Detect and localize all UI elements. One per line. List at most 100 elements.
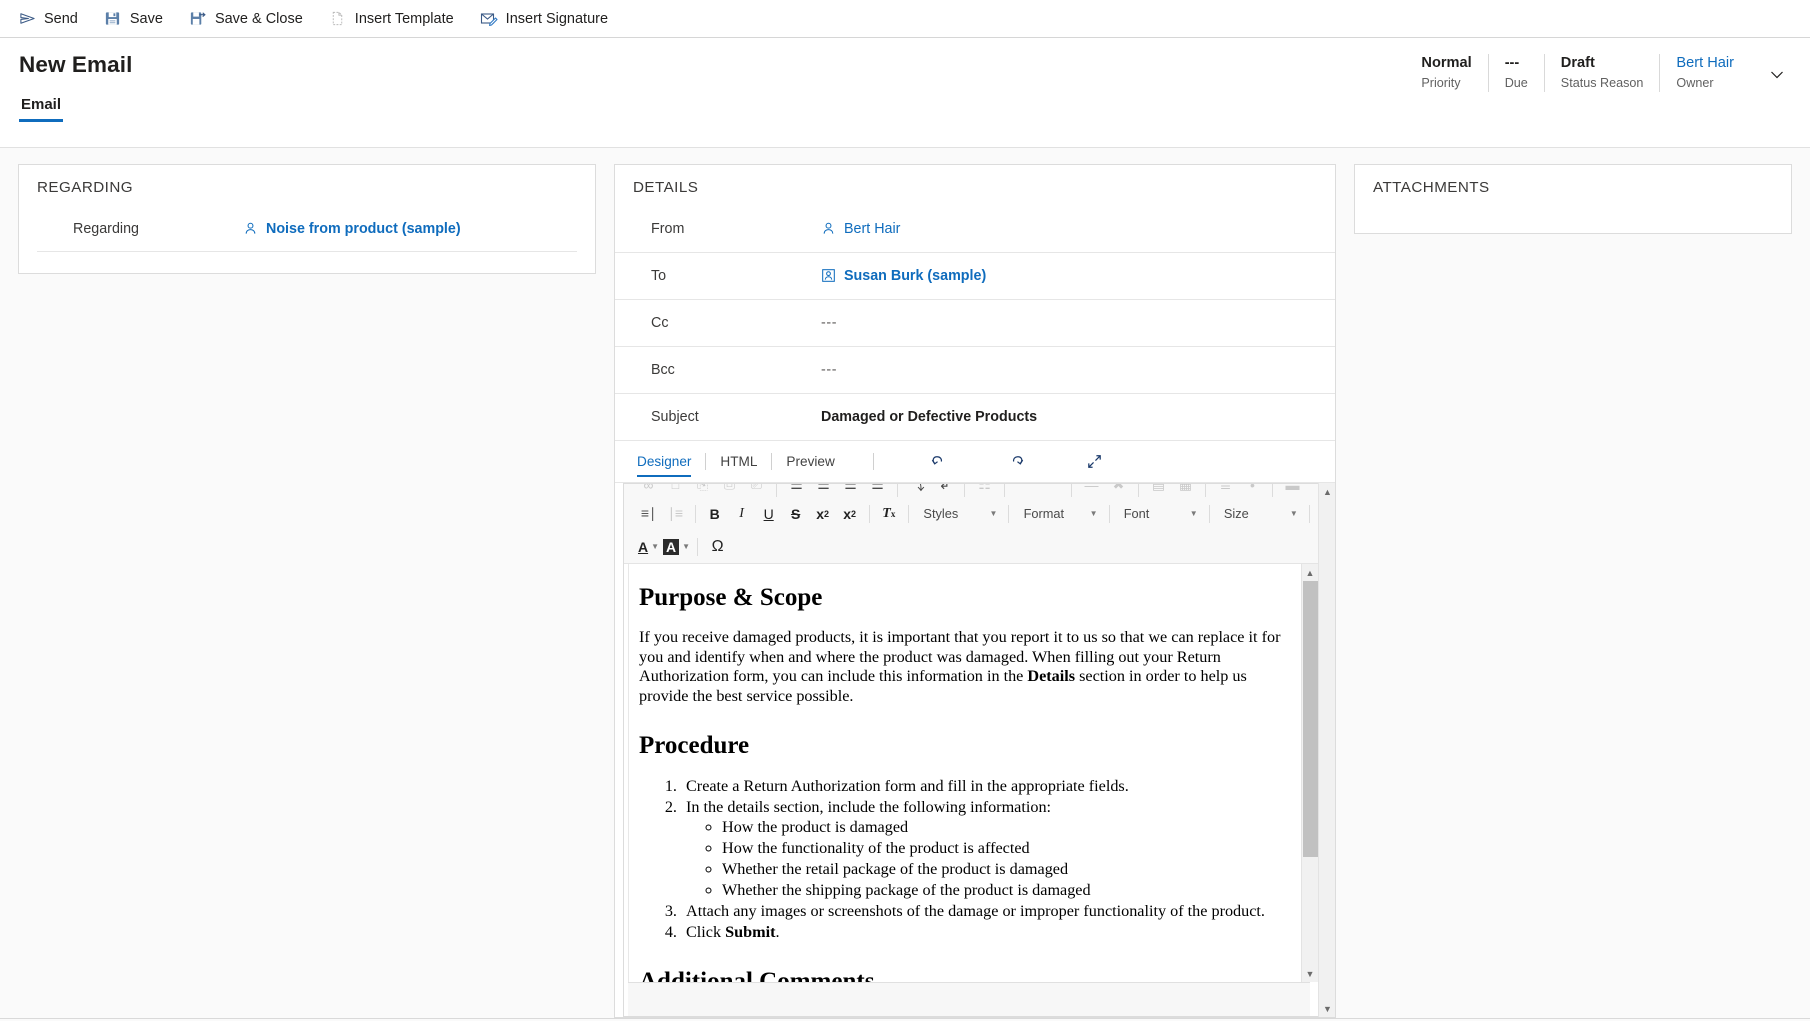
format-dropdown-label: Format	[1024, 506, 1065, 521]
link-icon[interactable]: ∞	[636, 484, 661, 497]
tb-divider-a	[776, 484, 777, 497]
bulleted-list-icon[interactable]: •	[1240, 484, 1265, 497]
unlink-icon[interactable]: ⎕	[663, 484, 688, 497]
undo-icon[interactable]	[922, 448, 956, 476]
insert-link-icon[interactable]: ⤵	[905, 484, 930, 497]
scroll-up-icon[interactable]: ▲	[1319, 483, 1335, 500]
list-item: Click Submit.	[681, 922, 1283, 942]
bold-icon[interactable]: B	[702, 501, 727, 526]
tab-email[interactable]: Email	[19, 96, 63, 122]
blockquote-open-icon[interactable]: “	[1012, 484, 1037, 497]
regarding-value[interactable]: Noise from product (sample)	[243, 221, 577, 237]
editor-scroll-thumb[interactable]	[1303, 581, 1318, 857]
save-and-close-button[interactable]: Save & Close	[185, 0, 315, 38]
paste-icon[interactable]: ⎘	[690, 484, 715, 497]
insert-signature-button[interactable]: Insert Signature	[476, 0, 620, 38]
body-heading-purpose: Purpose & Scope	[639, 584, 1283, 612]
details-scroll-thumb[interactable]	[1319, 500, 1335, 965]
rich-text-editor: ∞ ⎕ ⎘ ⎙ ⎚ ☰ ☰ ☰ ☰ ⤵	[615, 483, 1335, 1017]
paste-text-icon[interactable]: ⎚	[744, 484, 769, 497]
insert-table-icon[interactable]: ▤	[1146, 484, 1171, 497]
to-value[interactable]: Susan Burk (sample)	[821, 268, 1323, 284]
tab-preview[interactable]: Preview	[774, 454, 846, 477]
insert-template-label: Insert Template	[355, 11, 454, 27]
italic-icon[interactable]: I	[729, 501, 754, 526]
align-justify-icon[interactable]: ☰	[865, 484, 890, 497]
superscript-icon[interactable]: x2	[837, 501, 862, 526]
align-left-icon[interactable]: ☰	[784, 484, 809, 497]
tb-divider-e	[1071, 484, 1072, 497]
special-character-icon[interactable]: Ω	[705, 534, 730, 559]
subject-value[interactable]: Damaged or Defective Products	[821, 409, 1323, 425]
background-color-icon[interactable]: A▼	[663, 534, 690, 559]
table-icon[interactable]: ☷	[972, 484, 997, 497]
blockquote-close-icon[interactable]: ”	[1039, 484, 1064, 497]
decrease-indent-icon[interactable]: ∣≡	[663, 501, 688, 526]
tab-html[interactable]: HTML	[708, 454, 769, 477]
strikethrough-icon[interactable]: S	[783, 501, 808, 526]
font-dropdown[interactable]: Font ▼	[1116, 501, 1202, 526]
from-row: From Bert Hair	[615, 206, 1335, 253]
owner-label: Owner	[1676, 74, 1734, 92]
align-right-icon[interactable]: ☰	[838, 484, 863, 497]
scroll-down-icon[interactable]: ▼	[1302, 965, 1319, 982]
size-dropdown-label: Size	[1224, 506, 1249, 521]
increase-indent-icon[interactable]: ≡∣	[636, 501, 661, 526]
paste-word-icon[interactable]: ⎙	[717, 484, 742, 497]
from-label: From	[651, 221, 821, 237]
body-paragraph-bold-details: Details	[1027, 667, 1075, 685]
priority-label: Priority	[1421, 74, 1471, 92]
align-center-icon[interactable]: ☰	[811, 484, 836, 497]
scroll-down-icon[interactable]: ▼	[1319, 1000, 1335, 1017]
scroll-up-icon[interactable]: ▲	[1302, 564, 1319, 581]
regarding-row: Regarding Noise from product (sample)	[37, 206, 577, 252]
subject-row: Subject Damaged or Defective Products	[615, 394, 1335, 441]
editor-scroll-track[interactable]	[1302, 581, 1319, 965]
chevron-down-icon[interactable]	[1764, 62, 1790, 88]
numbered-list-icon[interactable]: ≣	[1213, 484, 1238, 497]
editor-content-scrollbar[interactable]: ▲ ▼	[1301, 564, 1318, 982]
rte-toolbar-row-clipped: ∞ ⎕ ⎘ ⎙ ⎚ ☰ ☰ ☰ ☰ ⤵	[628, 484, 1314, 497]
rte-status-bar	[628, 982, 1310, 1016]
subscript-icon[interactable]: x2	[810, 501, 835, 526]
clear-formatting-icon[interactable]: Tx	[876, 501, 901, 526]
owner-field[interactable]: Bert Hair Owner	[1659, 54, 1750, 92]
details-panel-scrollbar[interactable]: ▲ ▼	[1318, 483, 1335, 1017]
due-field[interactable]: --- Due	[1488, 54, 1544, 92]
rte-toolbar-row-format: ≡∣ ∣≡ B I U S x2 x2 Tx	[628, 497, 1314, 530]
save-button[interactable]: Save	[100, 0, 175, 38]
to-value-text: Susan Burk (sample)	[844, 268, 986, 284]
page-break-icon[interactable]: ▬	[1280, 484, 1305, 497]
details-scroll-track[interactable]	[1319, 500, 1335, 1000]
chevron-down-icon: ▼	[1090, 509, 1098, 518]
redo-icon[interactable]	[1000, 448, 1034, 476]
priority-value: Normal	[1421, 54, 1471, 73]
send-button[interactable]: Send	[14, 0, 90, 38]
insert-template-button[interactable]: Insert Template	[325, 0, 466, 38]
styles-dropdown[interactable]: Styles ▼	[915, 501, 1001, 526]
from-value[interactable]: Bert Hair	[821, 221, 1323, 237]
anchor-icon[interactable]: ↲	[932, 484, 957, 497]
color-divider-1	[697, 538, 698, 556]
bcc-row: Bcc ---	[615, 347, 1335, 394]
horizontal-rule-icon[interactable]: ―	[1079, 484, 1104, 497]
tb-divider-d	[1004, 484, 1005, 497]
body-heading-procedure: Procedure	[639, 732, 1283, 760]
attachments-section: ATTACHMENTS	[1354, 164, 1792, 234]
owner-value[interactable]: Bert Hair	[1676, 54, 1734, 73]
remove-format-icon[interactable]: ✖	[1106, 484, 1131, 497]
bcc-value[interactable]: ---	[821, 362, 1323, 378]
status-reason-field[interactable]: Draft Status Reason	[1544, 54, 1660, 92]
email-body-content[interactable]: Purpose & Scope If you receive damaged p…	[628, 564, 1301, 982]
tab-designer[interactable]: Designer	[633, 454, 703, 477]
text-color-icon[interactable]: A▼	[636, 534, 661, 559]
editor-tab-divider-2	[771, 453, 772, 470]
priority-field[interactable]: Normal Priority	[1405, 54, 1487, 92]
format-dropdown[interactable]: Format ▼	[1016, 501, 1102, 526]
cc-value[interactable]: ---	[821, 315, 1323, 331]
expand-icon[interactable]	[1078, 448, 1112, 476]
size-dropdown[interactable]: Size ▼	[1216, 501, 1302, 526]
list-item: Whether the retail package of the produc…	[722, 859, 1283, 879]
underline-icon[interactable]: U	[756, 501, 781, 526]
insert-image-icon[interactable]: ▦	[1173, 484, 1198, 497]
